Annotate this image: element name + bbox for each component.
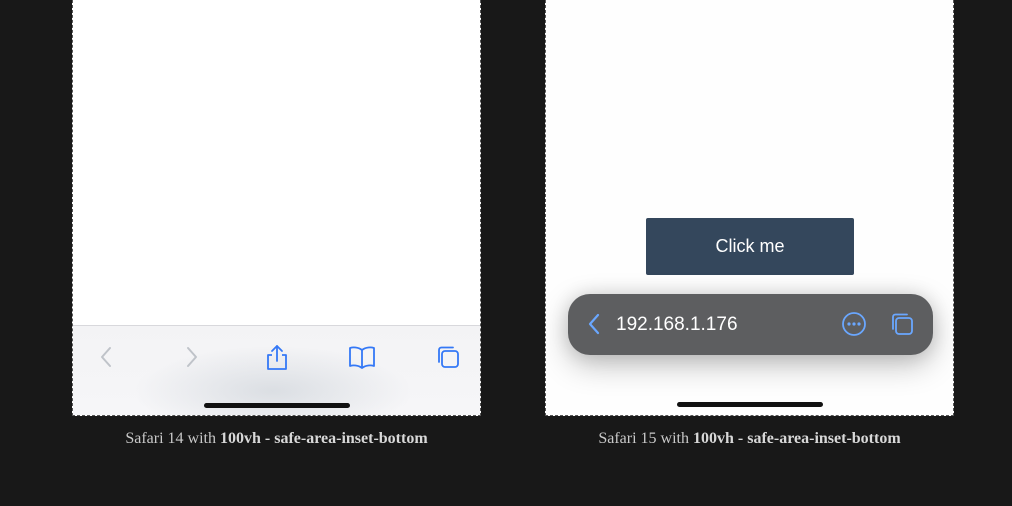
- url-text[interactable]: 192.168.1.176: [616, 294, 738, 355]
- share-button[interactable]: [262, 342, 292, 372]
- home-indicator: [203, 403, 350, 408]
- tabs-button[interactable]: [888, 310, 916, 338]
- share-icon: [267, 345, 287, 370]
- back-button[interactable]: [91, 342, 121, 372]
- forward-button[interactable]: [177, 342, 207, 372]
- chevron-left-icon: [588, 313, 600, 335]
- safari-14-bottom-toolbar: [73, 325, 480, 415]
- caption-prefix: Safari 15 with: [598, 430, 693, 447]
- caption-bold: 100vh - safe-area-inset-bottom: [692, 430, 901, 447]
- caption-bold: 100vh - safe-area-inset-bottom: [219, 430, 428, 447]
- chevron-right-icon: [187, 347, 197, 367]
- tabs-icon: [892, 313, 913, 335]
- book-icon: [349, 346, 375, 369]
- tabs-button[interactable]: [433, 342, 463, 372]
- chevron-left-icon: [101, 347, 111, 367]
- tabs-icon: [438, 346, 459, 368]
- safari-14-viewport: [72, 0, 481, 416]
- safari-14-caption: Safari 14 with 100vh - safe-area-inset-b…: [72, 430, 481, 448]
- home-indicator: [676, 402, 823, 407]
- bookmarks-button[interactable]: [347, 342, 377, 372]
- more-icon: [842, 312, 866, 336]
- floating-address-bar[interactable]: 192.168.1.176: [568, 294, 933, 355]
- safari-15-viewport: Click me 192.168.1.176: [545, 0, 954, 416]
- caption-prefix: Safari 14 with: [125, 430, 220, 447]
- address-back-button[interactable]: [580, 310, 608, 338]
- click-me-button[interactable]: Click me: [646, 218, 854, 275]
- more-button[interactable]: [840, 310, 868, 338]
- safari-15-caption: Safari 15 with 100vh - safe-area-inset-b…: [545, 430, 954, 448]
